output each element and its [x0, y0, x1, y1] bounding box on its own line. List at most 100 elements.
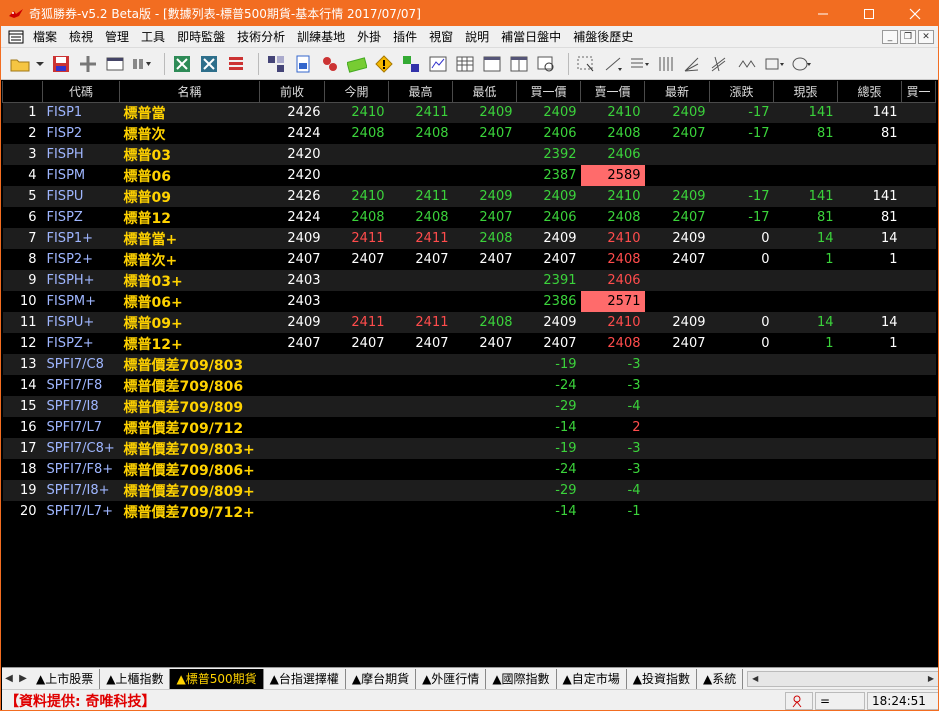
draw-wave-icon[interactable] [737, 53, 759, 75]
header-cell-3[interactable]: 今開 [324, 81, 389, 103]
draw-line-icon[interactable] [602, 53, 624, 75]
draw-ellipse-icon[interactable] [791, 53, 813, 75]
draw-rect-icon[interactable] [764, 53, 786, 75]
table-row[interactable]: 5 FISPU 標普09 2426 2410 2411 2409 2409 2410 2409 -1… [2, 186, 936, 207]
alert-icon[interactable] [785, 691, 813, 710]
header-cell-5[interactable]: 最低 [452, 81, 517, 103]
header-cell-4[interactable]: 最高 [388, 81, 453, 103]
menu-item-9[interactable]: 視窗 [423, 26, 459, 48]
menu-item-2[interactable]: 管理 [99, 26, 135, 48]
table-row[interactable]: 8 FISP2+ 標普次+ 2407 2407 2407 2407 2407 2408 2407 0… [3, 249, 936, 270]
menu-item-1[interactable]: 檢視 [63, 26, 99, 48]
header-cell-6[interactable]: 買一價 [516, 81, 581, 103]
header-cell-11[interactable]: 總張 [837, 81, 902, 103]
sheet-tab-0[interactable]: ▲上市股票 [30, 668, 101, 689]
header-cell-9[interactable]: 漲跌 [709, 81, 774, 103]
minimize-button[interactable] [800, 1, 846, 26]
draw-select-icon[interactable] [575, 53, 597, 75]
mdi-minimize-button[interactable]: _ [882, 30, 898, 44]
draw-vlines-icon[interactable] [656, 53, 678, 75]
table-row[interactable]: 15 SPFI7/I8 標普價差709/809 -29 -4 [2, 396, 936, 417]
table-row[interactable]: 9 FISPH+ 標普03+ 2403 2391 2406 [2, 270, 936, 291]
header-cell-1[interactable]: 名稱 [119, 81, 260, 103]
draw-hlines-icon[interactable] [629, 53, 651, 75]
table-row[interactable]: 11 FISPU+ 標普09+ 2409 2411 2411 2408 2409 2410 240… [2, 312, 936, 333]
close-button[interactable] [892, 1, 938, 26]
scroll-right-icon[interactable]: ▶ [924, 674, 938, 683]
table-view-icon[interactable] [454, 53, 476, 75]
sheet-tab-5[interactable]: ▲外匯行情 [416, 668, 487, 689]
column-settings-icon[interactable] [131, 53, 153, 75]
maximize-button[interactable] [846, 1, 892, 26]
menu-item-3[interactable]: 工具 [135, 26, 171, 48]
chart-x-icon[interactable] [171, 53, 193, 75]
draw-fan-icon[interactable] [683, 53, 705, 75]
window-single-icon[interactable] [481, 53, 503, 75]
quote-grid[interactable]: 代碼 名稱 前收 今開 最高 最低 買一價 賣一價 最新 漲跌 現張 總張 買一 1 FISP1 標普當 24… [2, 81, 938, 667]
table-row[interactable]: 2 FISP2 標普次 2424 2408 2408 2407 2406 2408 2407 -17… [3, 123, 936, 144]
table-row[interactable]: 19 SPFI7/I8+ 標普價差709/809+ -29 -4 [2, 480, 936, 501]
header-cell-8[interactable]: 最新 [644, 81, 710, 103]
menu-item-0[interactable]: 檔案 [27, 26, 63, 48]
sheet-tab-7[interactable]: ▲自定市場 [557, 668, 627, 689]
window-layout-icon[interactable] [104, 53, 126, 75]
menu-item-5[interactable]: 技術分析 [231, 26, 291, 48]
table-row[interactable]: 12 FISPZ+ 標普12+ 2407 2407 2407 2407 2407 2408 240… [3, 333, 936, 354]
menu-item-12[interactable]: 補盤後歷史 [567, 26, 639, 48]
table-row[interactable]: 7 FISP1+ 標普當+ 2409 2411 2411 2408 2409 2410 2409 0… [2, 228, 936, 249]
line-chart-icon[interactable] [427, 53, 449, 75]
mdi-restore-button[interactable]: ❐ [900, 30, 916, 44]
header-cell-12[interactable]: 買一 [901, 81, 936, 103]
table-row[interactable]: 20 SPFI7/L7+ 標普價差709/712+ -14 -1 [3, 501, 936, 522]
table-row[interactable]: 13 SPFI7/C8 標普價差709/803 -19 -3 [2, 354, 936, 375]
table-row[interactable]: 3 FISPH 標普03 2420 2392 2406 [2, 144, 936, 165]
sheet-tab-4[interactable]: ▲摩台期貨 [346, 668, 417, 689]
menu-item-4[interactable]: 即時監盤 [171, 26, 231, 48]
chart-x2-icon[interactable] [198, 53, 220, 75]
list-red-icon[interactable] [225, 53, 247, 75]
grid-blocks-icon[interactable] [265, 53, 287, 75]
table-row[interactable]: 1 FISP1 標普當 2426 2410 2411 2409 2409 2410 2409 -17… [2, 102, 936, 123]
transfer-icon[interactable] [400, 53, 422, 75]
header-cell-10[interactable]: 現張 [773, 81, 838, 103]
horizontal-scrollbar[interactable]: ◀ ▶ [747, 670, 938, 687]
table-row[interactable]: 16 SPFI7/L7 標普價差709/712 -14 2 [3, 417, 936, 438]
header-cell-7[interactable]: 賣一價 [580, 81, 645, 103]
open-folder-icon[interactable] [9, 53, 31, 75]
draw-channel-icon[interactable] [710, 53, 732, 75]
sheet-tab-1[interactable]: ▲上櫃指數 [100, 668, 171, 689]
table-row[interactable]: 4 FISPM 標普06 2420 2387 2589 [3, 165, 936, 186]
sheet-tab-9[interactable]: ▲系統 [697, 668, 744, 689]
menu-item-10[interactable]: 說明 [459, 26, 495, 48]
warning-icon[interactable] [373, 53, 395, 75]
menu-item-8[interactable]: 插件 [387, 26, 423, 48]
cut-red-icon[interactable] [319, 53, 341, 75]
menu-item-6[interactable]: 訓練基地 [291, 26, 351, 48]
move-cross-icon[interactable] [77, 53, 99, 75]
menu-item-11[interactable]: 補當日盤中 [495, 26, 567, 48]
table-row[interactable]: 14 SPFI7/F8 標普價差709/806 -24 -3 [3, 375, 936, 396]
page-blue-icon[interactable] [292, 53, 314, 75]
mdi-close-button[interactable]: ✕ [918, 30, 934, 44]
header-cell-2[interactable]: 前收 [259, 81, 325, 103]
sheet-tab-6[interactable]: ▲國際指數 [486, 668, 557, 689]
zoom-view-icon[interactable] [535, 53, 557, 75]
header-cell-0[interactable]: 代碼 [42, 81, 120, 103]
document-window-icon[interactable] [5, 26, 27, 48]
tab-prev-icon[interactable]: ◀ [2, 669, 16, 689]
scroll-left-icon[interactable]: ◀ [748, 674, 762, 683]
table-row[interactable]: 10 FISPM+ 標普06+ 2403 2386 2571 [3, 291, 936, 312]
title-bar[interactable]: 奇狐勝券-v5.2 Beta版 - [數據列表-標普500期貨-基本行情 201… [1, 1, 938, 26]
table-row[interactable]: 18 SPFI7/F8+ 標普價差709/806+ -24 -3 [3, 459, 936, 480]
sheet-tab-3[interactable]: ▲台指選擇權 [264, 668, 346, 689]
dropdown-arrow-icon[interactable] [36, 53, 44, 75]
tab-next-icon[interactable]: ▶ [16, 669, 30, 689]
window-tile-icon[interactable] [508, 53, 530, 75]
money-icon[interactable] [346, 53, 368, 75]
menu-item-7[interactable]: 外掛 [351, 26, 387, 48]
table-row[interactable]: 17 SPFI7/C8+ 標普價差709/803+ -19 -3 [2, 438, 936, 459]
save-icon[interactable] [50, 53, 72, 75]
sheet-tab-8[interactable]: ▲投資指數 [627, 668, 698, 689]
table-row[interactable]: 6 FISPZ 標普12 2424 2408 2408 2407 2406 2408 2407 -1… [3, 207, 936, 228]
sheet-tab-2[interactable]: ▲標普500期貨 [170, 668, 264, 689]
